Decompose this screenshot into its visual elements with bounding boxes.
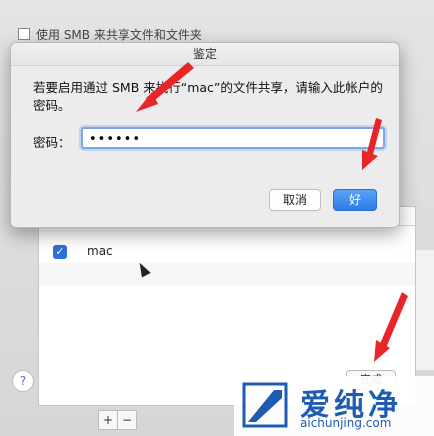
watermark-logo: 爱纯净 aichunjing.com <box>234 376 434 436</box>
annotation-arrow-message-icon <box>136 62 408 362</box>
watermark-url: aichunjing.com <box>300 416 392 430</box>
brand-logo-icon <box>242 382 288 428</box>
